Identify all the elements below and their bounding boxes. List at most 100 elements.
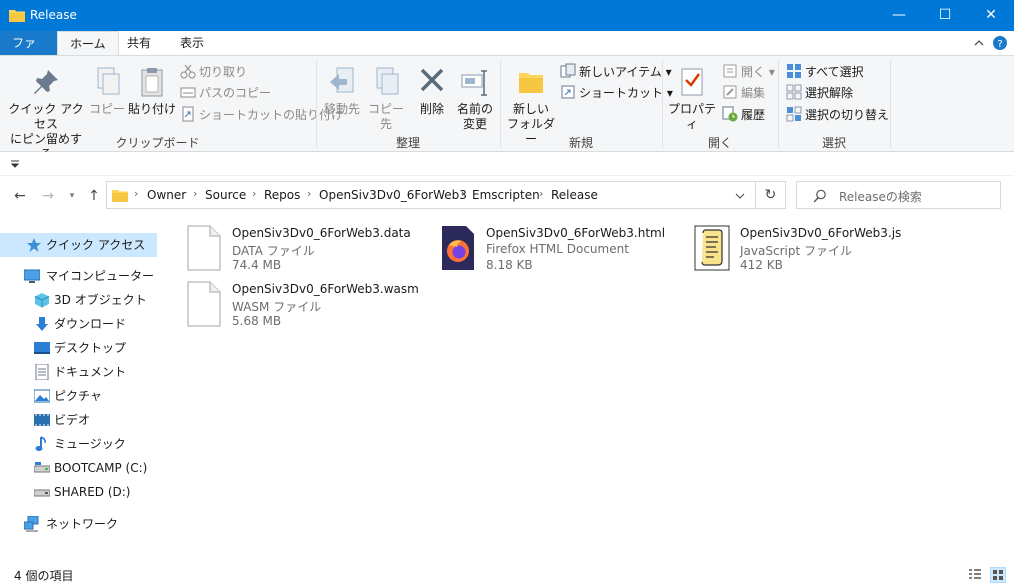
search-placeholder: Releaseの検索 [839,190,922,204]
select-none-button[interactable]: 選択解除 [786,83,853,103]
breadcrumb-project[interactable]: OpenSiv3Dv0_6ForWeb3 [319,188,467,202]
nav-item-3d-objects[interactable]: 3D オブジェクト [0,288,160,312]
back-button[interactable]: ← [10,186,30,206]
close-button[interactable]: ✕ [968,0,1014,31]
star-icon [27,238,41,252]
maximize-button[interactable]: ☐ [922,0,968,31]
nav-item-videos[interactable]: ビデオ [0,408,160,432]
file-item[interactable]: OpenSiv3Dv0_6ForWeb3.data DATA ファイル 74.4… [186,225,426,275]
up-button[interactable]: ↑ [84,186,104,206]
minimize-button[interactable]: — [876,0,922,31]
nav-item-drive-d[interactable]: SHARED (D:) [0,480,160,504]
tab-view[interactable]: 表示 [168,31,216,55]
breadcrumb-owner[interactable]: Owner [147,188,186,202]
drive-icon [34,489,50,497]
copy-to-button[interactable]: コピー先 [364,66,408,132]
paste-shortcut-button[interactable]: ショートカットの貼り付け [180,105,343,125]
history-icon [722,106,738,122]
breadcrumb-separator: › [307,187,312,200]
breadcrumb-repos[interactable]: Repos [264,188,300,202]
ribbon-tabs: ファイル ホーム 共有 表示 ? [0,31,1014,81]
group-separator [316,60,317,148]
delete-icon [420,68,444,92]
arrow-left-icon: ← [14,188,26,204]
group-separator [890,60,891,148]
help-icon[interactable]: ? [992,35,1008,51]
file-type: DATA ファイル [232,244,315,258]
tab-share[interactable]: 共有 [115,31,163,55]
title-bar: Release — ☐ ✕ [0,0,1014,31]
breadcrumb-source[interactable]: Source [205,188,246,202]
nav-item-documents[interactable]: ドキュメント [0,360,160,384]
search-box[interactable]: Releaseの検索 [796,181,1001,209]
new-item-button[interactable]: 新しいアイテム ▾ [560,62,672,82]
open-button[interactable]: 開く ▾ [722,62,775,82]
picture-icon [34,389,50,403]
nav-item-desktop[interactable]: デスクトップ [0,336,160,360]
cut-button[interactable]: 切り取り [180,62,247,82]
file-name: OpenSiv3Dv0_6ForWeb3.js [740,226,902,240]
properties-button[interactable]: プロパティ [666,66,718,132]
group-label-clipboard: クリップボード [115,136,200,150]
large-icons-view-icon[interactable] [990,567,1006,583]
history-button[interactable]: 履歴 [722,105,765,125]
delete-button[interactable]: 削除 [412,66,452,117]
edit-button[interactable]: 編集 [722,83,765,103]
firefox-icon [442,226,474,270]
scissors-icon [180,64,196,79]
invert-selection-button[interactable]: 選択の切り替え [786,105,889,125]
minimize-icon: — [892,7,906,23]
move-to-icon [330,67,354,93]
move-to-button[interactable]: 移動先 [320,66,364,117]
path-icon [180,87,196,98]
chevron-up-icon[interactable] [974,38,984,48]
invert-selection-icon [786,106,802,122]
properties-icon [681,68,703,96]
address-bar[interactable]: › Owner › Source › Repos › OpenSiv3Dv0_6… [106,181,756,209]
paste-button[interactable]: 貼り付け [128,66,176,117]
copy-button[interactable]: コピー [88,66,126,117]
breadcrumb-separator: › [252,187,257,200]
folder-icon [9,10,25,22]
file-size: 5.68 MB [232,314,282,328]
address-row: ← → ▾ ↑ › Owner › Source › Repos › OpenS… [0,176,1014,214]
refresh-button[interactable]: ↻ [756,181,786,209]
shortcut-icon [561,85,575,99]
drive-icon [34,462,50,473]
nav-item-network[interactable]: ネットワーク [0,512,160,536]
file-size: 8.18 KB [486,258,533,272]
breadcrumb-emscripten[interactable]: Emscripten [472,188,540,202]
nav-item-pictures[interactable]: ピクチャ [0,384,160,408]
new-item-icon [560,63,576,78]
copy-to-icon [376,67,399,95]
file-item[interactable]: OpenSiv3Dv0_6ForWeb3.js JavaScript ファイル … [694,225,934,275]
customize-toolbar-icon[interactable] [10,160,20,168]
network-icon [24,516,39,532]
file-item[interactable]: OpenSiv3Dv0_6ForWeb3.wasm WASM ファイル 5.68… [186,281,426,331]
nav-item-this-pc[interactable]: マイコンピューター [0,264,160,288]
group-label-select: 選択 [821,136,846,150]
rename-button[interactable]: 名前の 変更 [454,66,496,132]
nav-item-downloads[interactable]: ダウンロード [0,312,160,336]
forward-button[interactable]: → [38,186,58,206]
tab-home[interactable]: ホーム [57,31,119,56]
copy-path-button[interactable]: パスのコピー [180,83,271,103]
blank-file-icon [187,225,221,271]
nav-item-music[interactable]: ミュージック [0,432,160,456]
video-icon [34,414,50,426]
recent-locations-button[interactable]: ▾ [62,186,82,206]
file-name: OpenSiv3Dv0_6ForWeb3.data [232,226,411,240]
search-icon [813,189,826,203]
chevron-down-icon[interactable] [735,192,745,200]
pin-icon [34,70,58,94]
file-size: 74.4 MB [232,258,282,272]
new-folder-icon [519,73,543,93]
shortcut-button[interactable]: ショートカット ▾ [560,83,673,103]
breadcrumb-release[interactable]: Release [551,188,598,202]
select-all-button[interactable]: すべて選択 [786,62,864,82]
select-none-icon [786,84,802,100]
nav-item-drive-c[interactable]: BOOTCAMP (C:) [0,456,160,480]
file-item[interactable]: OpenSiv3Dv0_6ForWeb3.html Firefox HTML D… [440,225,680,275]
details-view-icon[interactable] [968,568,982,582]
nav-item-quick-access[interactable]: クイック アクセス [0,233,157,257]
